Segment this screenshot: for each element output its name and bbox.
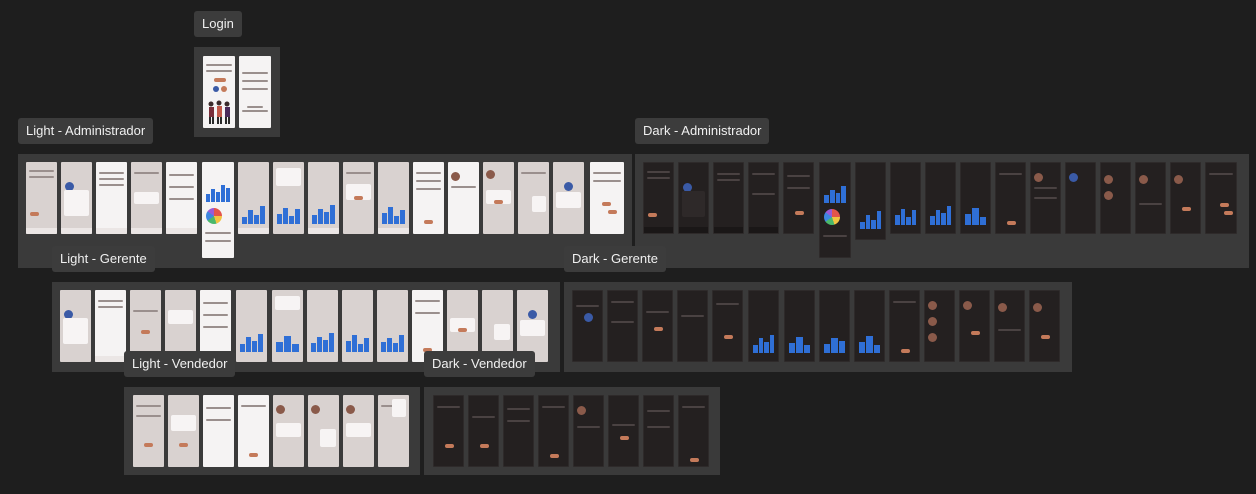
screen[interactable] [678,395,709,467]
screen[interactable] [503,395,534,467]
screen[interactable] [783,162,814,234]
design-canvas[interactable]: Login Light - Administrador Dark - Admin… [0,0,1256,494]
screen[interactable] [889,290,920,362]
screen[interactable] [678,162,709,234]
section-frame-light-vendedor[interactable] [124,387,420,475]
screen[interactable] [608,395,639,467]
screen[interactable] [61,162,92,234]
screen[interactable] [1029,290,1060,362]
login-screen-1[interactable] [203,56,235,128]
screen[interactable] [854,290,885,362]
screen[interactable] [95,290,126,362]
screen[interactable] [433,395,464,467]
screen[interactable] [96,162,127,234]
screen[interactable] [1100,162,1131,234]
screen[interactable] [307,290,338,362]
screen[interactable] [712,290,743,362]
screen[interactable] [518,162,549,234]
screen[interactable] [483,162,514,234]
section-label-dark-vendedor[interactable]: Dark - Vendedor [424,351,535,377]
screen[interactable] [273,162,304,234]
screen[interactable] [308,162,339,234]
screen[interactable] [959,290,990,362]
screen[interactable] [236,290,267,362]
section-label-dark-administrador[interactable]: Dark - Administrador [635,118,770,144]
screen[interactable] [413,162,444,234]
screen[interactable] [238,162,269,234]
screen[interactable] [133,395,164,467]
screen[interactable] [677,290,708,362]
screen[interactable] [995,162,1026,234]
screen[interactable] [960,162,991,234]
screen[interactable] [448,162,479,234]
screen[interactable] [924,290,955,362]
screen[interactable] [573,395,604,467]
people-illustration-icon [208,100,230,124]
screen[interactable] [1170,162,1201,234]
screen[interactable] [819,162,851,258]
screen[interactable] [60,290,91,362]
screen[interactable] [748,162,779,234]
screen[interactable] [819,290,850,362]
section-label-dark-gerente[interactable]: Dark - Gerente [564,246,666,272]
screen[interactable] [26,162,57,234]
screen[interactable] [202,162,234,258]
screen[interactable] [643,395,674,467]
screen[interactable] [273,395,304,467]
screen[interactable] [238,395,269,467]
screen[interactable] [343,162,374,234]
section-label-light-gerente[interactable]: Light - Gerente [52,246,155,272]
screen[interactable] [378,395,409,467]
screen[interactable] [1065,162,1096,234]
login-screen-2[interactable] [239,56,271,128]
screen[interactable] [131,162,162,234]
screen[interactable] [713,162,744,234]
screen[interactable] [994,290,1025,362]
screen[interactable] [168,395,199,467]
screen[interactable] [855,162,886,240]
screen[interactable] [203,395,234,467]
screen[interactable] [890,162,921,234]
screen[interactable] [553,162,584,234]
screen[interactable] [1205,162,1237,234]
section-label-login[interactable]: Login [194,11,242,37]
screen[interactable] [538,395,569,467]
section-label-light-administrador[interactable]: Light - Administrador [18,118,154,144]
section-frame-dark-vendedor[interactable] [424,387,720,475]
section-frame-dark-gerente[interactable] [564,282,1072,372]
screen[interactable] [377,290,408,362]
screen[interactable] [378,162,409,234]
screen[interactable] [925,162,956,234]
screen[interactable] [1135,162,1166,234]
screen[interactable] [643,162,674,234]
screen[interactable] [272,290,303,362]
section-frame-login[interactable] [194,47,280,137]
screen[interactable] [748,290,779,362]
section-frame-dark-administrador[interactable] [635,154,1249,268]
screen[interactable] [308,395,339,467]
screen[interactable] [343,395,374,467]
screen[interactable] [166,162,197,234]
section-label-light-vendedor[interactable]: Light - Vendedor [124,351,236,377]
screen[interactable] [642,290,673,362]
screen[interactable] [572,290,603,362]
screen[interactable] [342,290,373,362]
screen[interactable] [468,395,499,467]
screen[interactable] [784,290,815,362]
screen[interactable] [1030,162,1061,234]
screen[interactable] [607,290,638,362]
screen[interactable] [590,162,624,234]
